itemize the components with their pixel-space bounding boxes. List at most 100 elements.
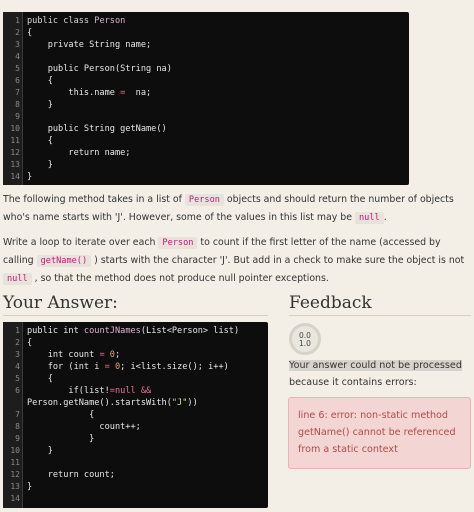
code-token: this.name: [27, 88, 121, 98]
code-text: {: [27, 75, 53, 87]
code-text: int count = 0;: [27, 349, 120, 361]
code-line: 13 }: [3, 159, 409, 171]
feedback-message-2: because it contains errors:: [289, 377, 417, 388]
line-number: 13: [10, 482, 20, 491]
code-token: }: [27, 172, 33, 182]
code-line: 5 public Person(String na): [3, 63, 409, 75]
line-number: 14: [10, 494, 20, 503]
code-text: }: [27, 159, 53, 171]
code-line: 4: [3, 51, 409, 63]
code-line: 5 {: [3, 373, 268, 385]
code-line: 6 {: [3, 75, 409, 87]
code-text: }: [27, 99, 53, 111]
code-text: {: [27, 409, 94, 421]
code-text: return name;: [27, 147, 130, 159]
code-token: ; i<list.size(); i++): [120, 362, 229, 372]
code-line: 8 }: [3, 99, 409, 111]
code-text: {: [27, 373, 53, 385]
code-line: 2{: [3, 337, 268, 349]
line-number: 12: [10, 148, 20, 157]
code-line: Person.getName().startsWith("J")): [3, 397, 268, 409]
code-token: }: [27, 434, 95, 444]
code-text: public int countJNames(List<Person> list…: [27, 325, 239, 337]
code-token: }: [27, 482, 33, 492]
code-line: 10 }: [3, 445, 268, 457]
line-number: 9: [15, 112, 20, 121]
feedback-message: Your answer could not be processed: [289, 360, 462, 371]
code-token: Person.getName().startsWith(: [27, 398, 172, 408]
code-line: 8 count++;: [3, 421, 268, 433]
code-text: this.name = na;: [27, 87, 151, 99]
instructions-paragraph-2: Write a loop to iterate over each Person…: [3, 237, 465, 285]
line-number: 1: [15, 326, 20, 335]
code-token: =null: [109, 386, 136, 396]
code-token: {: [27, 76, 53, 86]
line-number: 6: [15, 76, 20, 85]
code-token: public class: [27, 16, 95, 26]
code-line: 3 private String name;: [3, 39, 409, 51]
code-token: }: [27, 100, 53, 110]
code-line: 2{: [3, 27, 409, 39]
code-text: count++;: [27, 421, 141, 433]
code-tag: getName(): [36, 255, 92, 267]
line-number: 5: [15, 374, 20, 383]
code-line: 12 return name;: [3, 147, 409, 159]
code-token: public String getName(): [27, 124, 167, 134]
answer-code-editor[interactable]: 1 public int countJNames(List<Person> lis…: [3, 322, 268, 508]
code-token: 0: [104, 350, 115, 360]
code-token: int count: [27, 350, 100, 360]
code-text: }: [27, 445, 53, 457]
line-number: 4: [15, 52, 20, 61]
code-token: private String name;: [27, 40, 152, 50]
code-line: 13}: [3, 481, 268, 493]
code-token: "J": [171, 398, 188, 408]
code-token: 0: [109, 362, 121, 372]
code-token: return count;: [27, 470, 115, 480]
code-text: {: [27, 337, 32, 349]
feedback-heading: Feedback: [289, 293, 372, 313]
code-token: }: [27, 160, 53, 170]
code-line: 10 public String getName(): [3, 123, 409, 135]
code-text: {: [27, 27, 32, 39]
line-number: 2: [15, 28, 20, 37]
line-number: 13: [10, 160, 20, 169]
code-token: )): [187, 398, 198, 408]
instructions-paragraph-1: The following method takes in a list of …: [3, 194, 454, 224]
line-number: 7: [15, 410, 20, 419]
code-line: 3 int count = 0;: [3, 349, 268, 361]
line-number: 12: [10, 470, 20, 479]
code-line: 11: [3, 457, 268, 469]
code-token: &&: [135, 386, 152, 396]
code-token: {: [27, 410, 95, 420]
line-number: 10: [10, 124, 20, 133]
answer-heading-rule: [3, 315, 268, 316]
code-token: na;: [125, 88, 152, 98]
code-token: if(list!: [27, 386, 110, 396]
code-tag: null: [354, 212, 384, 224]
line-number: 11: [10, 458, 20, 467]
line-number: 9: [15, 434, 20, 443]
line-number: 14: [10, 172, 20, 181]
line-number: 1: [15, 16, 20, 25]
code-token: public int: [27, 326, 84, 336]
code-tag: null: [3, 273, 32, 285]
code-line: 11 {: [3, 135, 409, 147]
code-token: for (int i: [27, 362, 105, 372]
line-number: 4: [15, 362, 20, 371]
code-text: }: [27, 481, 32, 493]
code-token: }: [27, 446, 53, 456]
code-text: }: [27, 433, 94, 445]
code-text: public String getName(): [27, 123, 167, 135]
code-token: Person: [94, 16, 126, 26]
code-token: public Person(String na): [27, 64, 172, 74]
code-line: 4 for (int i = 0; i<list.size(); i++): [3, 361, 268, 373]
code-line: 9: [3, 111, 409, 123]
line-number: 8: [15, 422, 20, 431]
line-number: 6: [15, 386, 20, 395]
code-token: count++;: [27, 422, 141, 432]
code-line: 14}: [3, 171, 409, 183]
code-text: private String name;: [27, 39, 152, 51]
code-line: 12 return count;: [3, 469, 268, 481]
code-token: {: [27, 136, 53, 146]
your-answer-heading: Your Answer:: [3, 293, 118, 313]
